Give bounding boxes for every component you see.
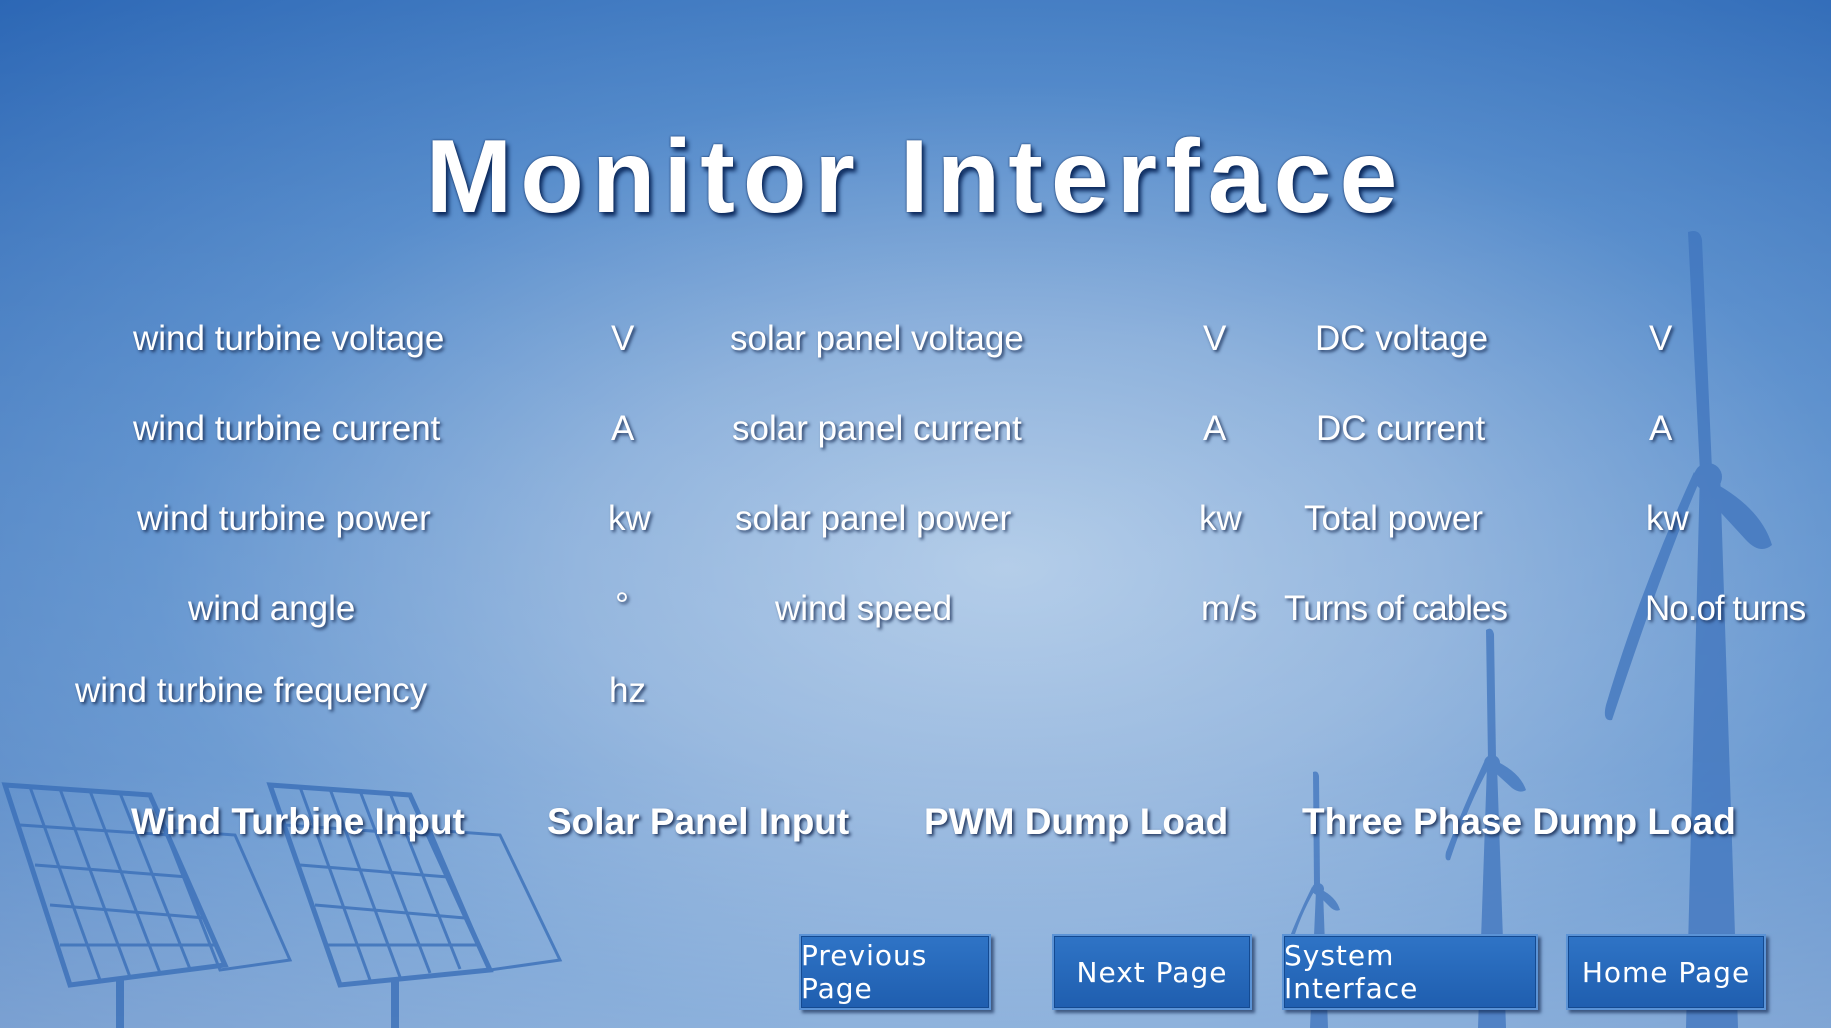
previous-page-button[interactable]: Previous Page [799, 934, 991, 1010]
pwm-dump-load-button[interactable]: PWM Dump Load [924, 801, 1228, 843]
three-phase-dump-load-button[interactable]: Three Phase Dump Load [1302, 801, 1736, 843]
wind-turbine-power-unit: kw [608, 499, 651, 538]
next-page-button[interactable]: Next Page [1052, 934, 1252, 1010]
wind-speed-label: wind speed [775, 589, 953, 628]
dc-voltage-unit: V [1649, 319, 1673, 358]
system-interface-button[interactable]: System Interface [1282, 934, 1538, 1010]
solar-panel-voltage-label: solar panel voltage [730, 319, 1024, 358]
total-power-label: Total power [1304, 499, 1483, 538]
wind-turbine-input-button[interactable]: Wind Turbine Input [131, 801, 465, 843]
turns-of-cables-label: Turns of cables [1284, 589, 1508, 628]
wind-turbine-current-unit: A [611, 409, 635, 448]
turns-of-cables-unit: No.of turns [1645, 589, 1806, 628]
wind-speed-unit: m/s [1201, 589, 1258, 628]
solar-panel-input-button[interactable]: Solar Panel Input [547, 801, 849, 843]
solar-panel-power-unit: kw [1199, 499, 1242, 538]
page-title: Monitor Interface [425, 119, 1406, 235]
wind-turbine-voltage-label: wind turbine voltage [133, 319, 445, 358]
wind-angle-unit: ° [615, 586, 629, 625]
solar-panel-current-unit: A [1203, 409, 1227, 448]
wind-turbine-frequency-label: wind turbine frequency [75, 671, 428, 710]
wind-turbine-current-label: wind turbine current [133, 409, 441, 448]
wind-turbine-frequency-unit: hz [609, 671, 646, 710]
solar-panel-current-label: solar panel current [732, 409, 1022, 448]
wind-turbine-voltage-unit: V [611, 319, 635, 358]
dc-voltage-label: DC voltage [1315, 319, 1489, 358]
dc-current-label: DC current [1316, 409, 1486, 448]
solar-panel-voltage-unit: V [1203, 319, 1227, 358]
solar-panel-power-label: solar panel power [735, 499, 1012, 538]
wind-turbine-power-label: wind turbine power [137, 499, 431, 538]
home-page-button[interactable]: Home Page [1566, 934, 1766, 1010]
wind-angle-label: wind angle [188, 589, 356, 628]
total-power-unit: kw [1646, 499, 1689, 538]
dc-current-unit: A [1649, 409, 1673, 448]
